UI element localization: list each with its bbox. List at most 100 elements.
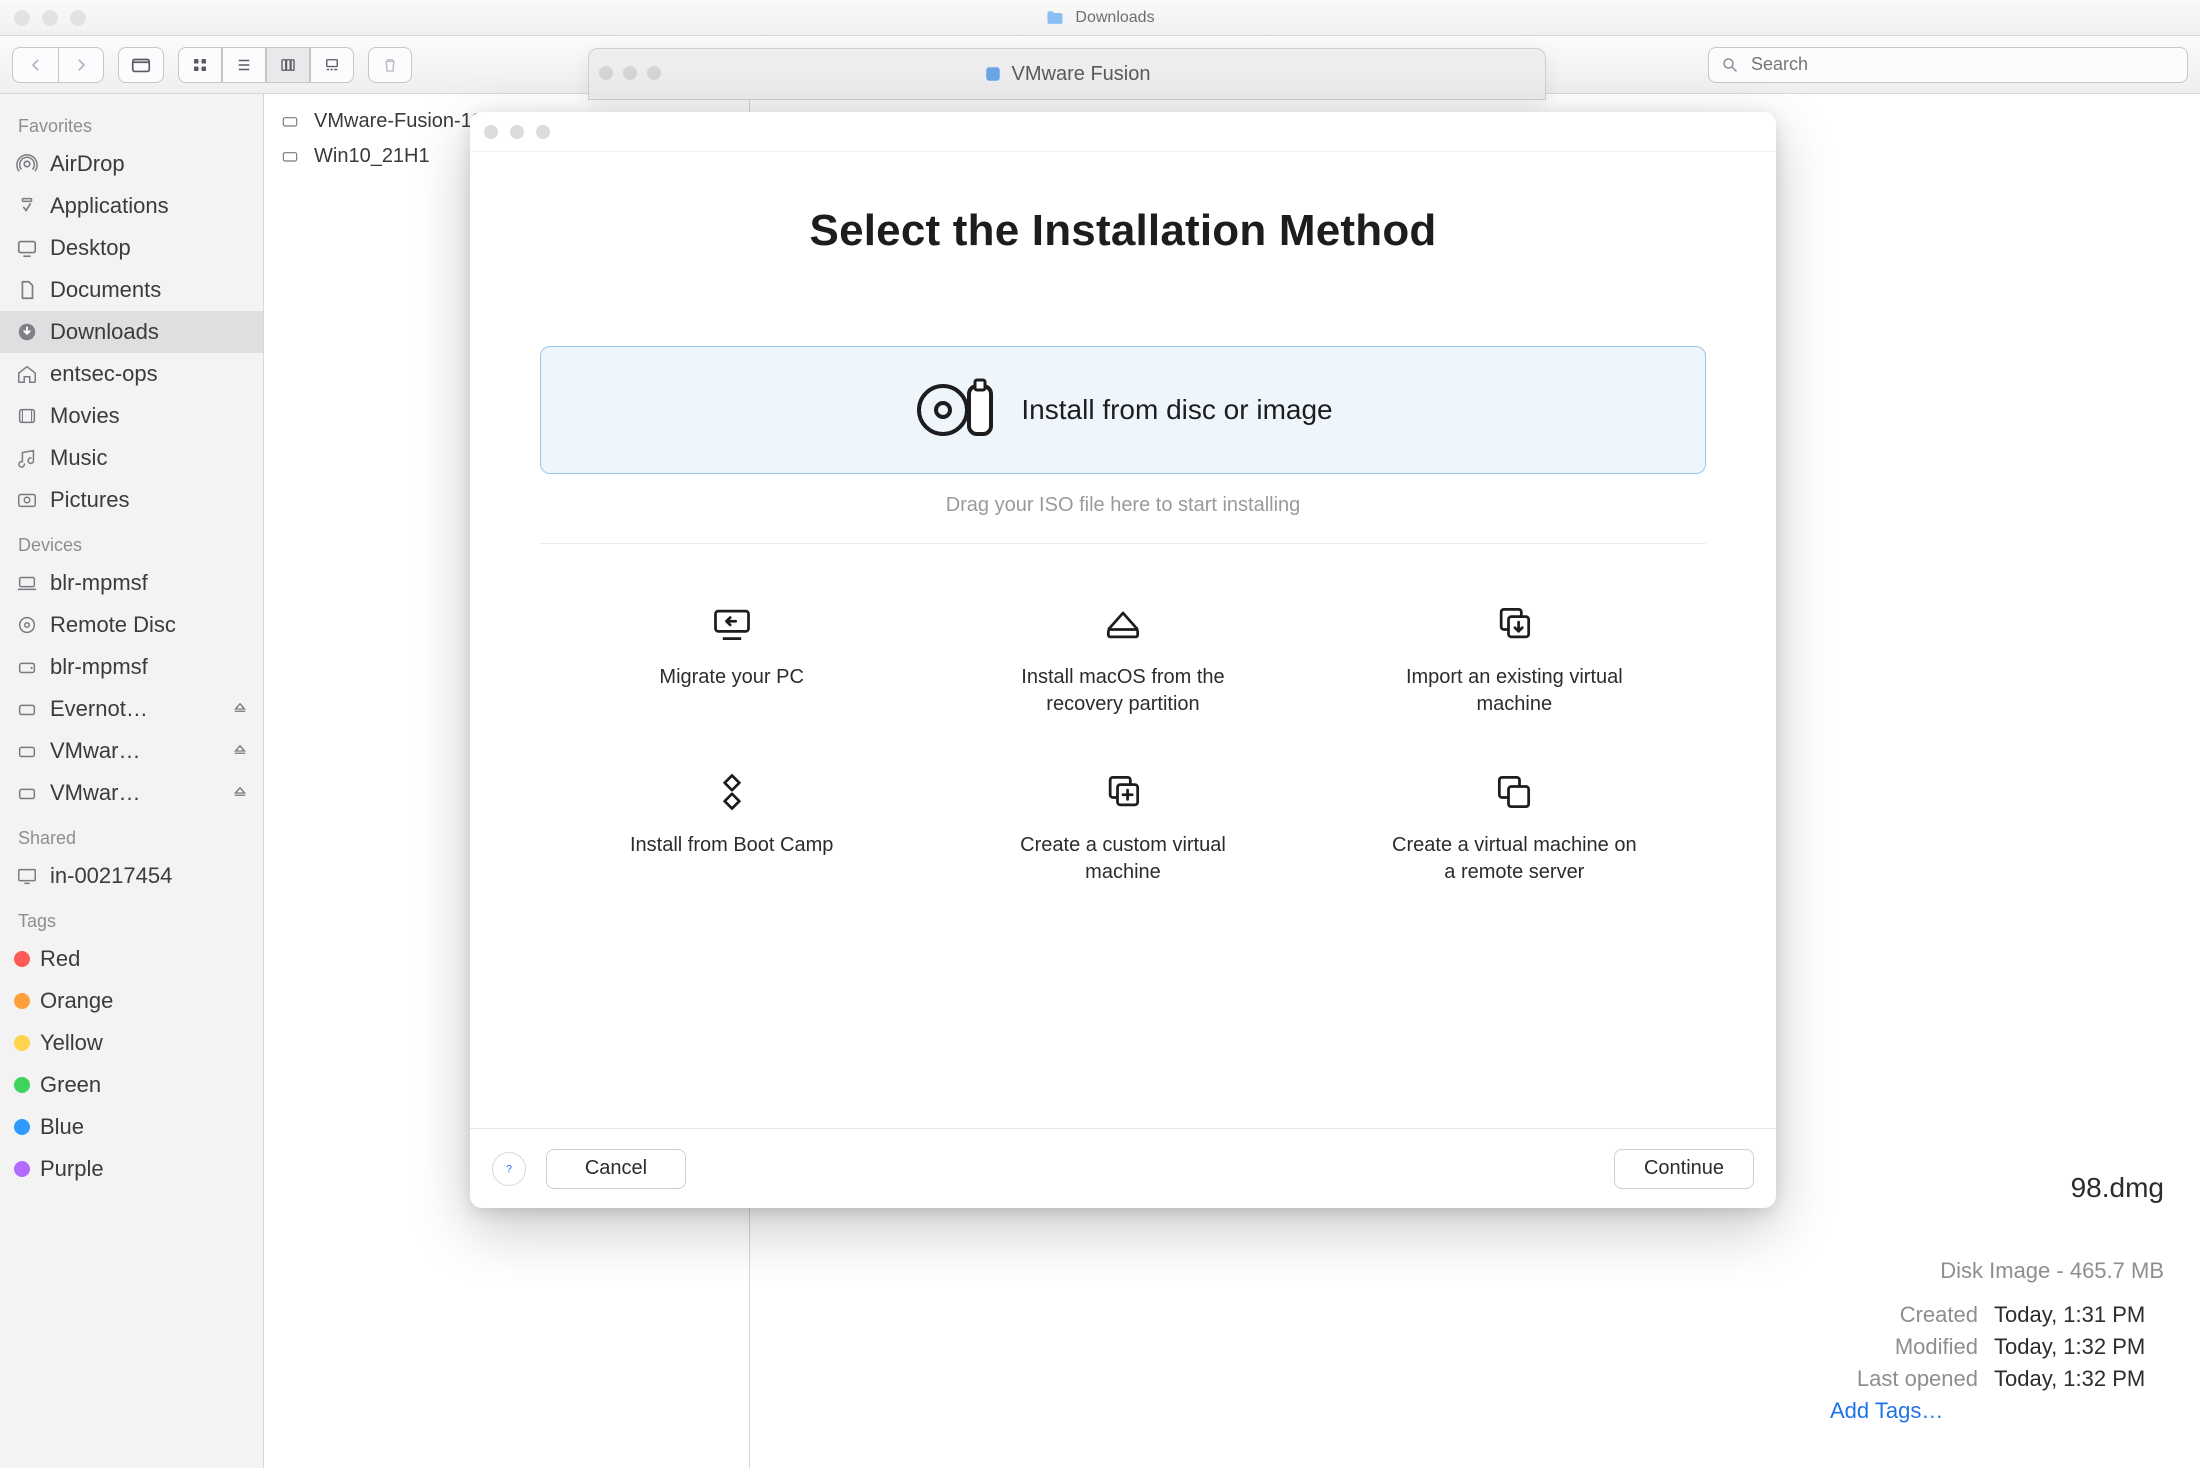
icon-view[interactable] [178,47,222,83]
button-label: Cancel [585,1157,647,1180]
back-button[interactable] [12,47,58,83]
sidebar-item-label: Documents [50,277,161,303]
sidebar-item-applications[interactable]: Applications [0,185,263,227]
sidebar-item-label: blr-mpmsf [50,570,148,596]
vmware-fusion-window-titlebar[interactable]: VMware Fusion [588,48,1546,100]
sidebar-item-device[interactable]: blr-mpmsf [0,562,263,604]
sidebar-item-tag-yellow[interactable]: Yellow [0,1022,263,1064]
eject-icon[interactable] [231,742,249,760]
tag-dot-icon [14,1119,30,1135]
sidebar-section-header: Favorites [0,102,263,143]
folder-icon [1045,8,1065,28]
sidebar-item-tag-red[interactable]: Red [0,938,263,980]
zoom-icon[interactable] [70,10,86,26]
eject-icon[interactable] [231,700,249,718]
tag-dot-icon [14,1035,30,1051]
finder-traffic-lights[interactable] [14,10,86,26]
sidebar-item-label: blr-mpmsf [50,654,148,680]
help-icon: ? [501,1161,517,1177]
drive-icon [14,738,40,764]
continue-button[interactable]: Continue [1614,1149,1754,1189]
folder-outline-icon [130,54,152,76]
sidebar-item-pictures[interactable]: Pictures [0,479,263,521]
sidebar-item-documents[interactable]: Documents [0,269,263,311]
sidebar-item-tag-purple[interactable]: Purple [0,1148,263,1190]
sidebar-item-tag-orange[interactable]: Orange [0,980,263,1022]
method-caption: Migrate your PC [659,664,804,691]
sidebar-item-label: Movies [50,403,120,429]
eject-icon[interactable] [231,784,249,802]
music-icon [14,445,40,471]
sidebar-item-label: Orange [40,988,113,1014]
sidebar-item-mounted-image[interactable]: VMwar… [0,730,263,772]
close-icon[interactable] [14,10,30,26]
wizard-titlebar[interactable] [470,112,1776,152]
gallery-view[interactable] [310,47,354,83]
add-tags-link[interactable]: Add Tags… [1830,1398,2164,1424]
divider [540,543,1706,544]
install-from-disc-dropzone[interactable]: Install from disc or image [540,346,1706,474]
method-remote-vm[interactable]: Create a virtual machine on a remote ser… [1333,770,1696,886]
forward-button[interactable] [58,47,104,83]
method-bootcamp[interactable]: Install from Boot Camp [550,770,913,886]
minimize-icon[interactable] [42,10,58,26]
meta-value: Today, 1:31 PM [1994,1302,2164,1328]
search-field[interactable] [1708,47,2188,83]
sidebar-item-airdrop[interactable]: AirDrop [0,143,263,185]
help-button[interactable]: ? [492,1152,526,1186]
list-icon [235,56,253,74]
sidebar-item-shared[interactable]: in-00217454 [0,855,263,897]
finder-sidebar[interactable]: Favorites AirDrop Applications Desktop D… [0,94,264,1468]
finder-titlebar[interactable]: Downloads [0,0,2200,36]
cancel-button[interactable]: Cancel [546,1149,686,1189]
gallery-icon [323,56,341,74]
sidebar-item-tag-green[interactable]: Green [0,1064,263,1106]
delete-button[interactable] [368,47,412,83]
sidebar-item-mounted-image[interactable]: VMwar… [0,772,263,814]
zoom-icon[interactable] [647,66,661,80]
column-view[interactable] [266,47,310,83]
sidebar-item-tag-blue[interactable]: Blue [0,1106,263,1148]
minimize-icon[interactable] [623,66,637,80]
minimize-icon[interactable] [510,125,524,139]
sidebar-item-desktop[interactable]: Desktop [0,227,263,269]
sidebar-section-header: Devices [0,521,263,562]
view-switcher[interactable] [178,47,354,83]
vmware-traffic-lights[interactable] [599,66,661,80]
sidebar-item-home[interactable]: entsec-ops [0,353,263,395]
sidebar-section-header: Shared [0,814,263,855]
method-caption: Install from Boot Camp [630,832,833,859]
sidebar-item-label: VMwar… [50,780,140,806]
sidebar-item-label: Purple [40,1156,104,1182]
list-view[interactable] [222,47,266,83]
folder-nav-button[interactable] [118,47,164,83]
sidebar-section-header: Tags [0,897,263,938]
search-input[interactable] [1749,53,2175,76]
sidebar-item-downloads[interactable]: Downloads [0,311,263,353]
method-install-macos-recovery[interactable]: Install macOS from the recovery partitio… [941,602,1304,718]
sidebar-item-movies[interactable]: Movies [0,395,263,437]
dropzone-hint: Drag your ISO file here to start install… [540,494,1706,517]
preview-meta: Disk Image - 465.7 MB CreatedToday, 1:31… [1644,1258,2164,1424]
laptop-icon [14,570,40,596]
vmware-install-wizard: Select the Installation Method Install f… [470,112,1776,1208]
wizard-title: Select the Installation Method [540,206,1706,256]
method-migrate-pc[interactable]: Migrate your PC [550,602,913,718]
zoom-icon[interactable] [536,125,550,139]
disc-icon [14,612,40,638]
method-import-vm[interactable]: Import an existing virtual machine [1333,602,1696,718]
method-caption: Import an existing virtual machine [1384,664,1644,718]
sidebar-item-mounted-image[interactable]: Evernot… [0,688,263,730]
close-icon[interactable] [484,125,498,139]
preview-kind: Disk Image - 465.7 MB [1644,1258,2164,1284]
bootcamp-icon [710,770,754,814]
sidebar-item-remote-disc[interactable]: Remote Disc [0,604,263,646]
disc-and-usb-icon [913,378,999,442]
close-icon[interactable] [599,66,613,80]
sidebar-item-label: Pictures [50,487,129,513]
svg-text:?: ? [506,1163,512,1175]
method-custom-vm[interactable]: Create a custom virtual machine [941,770,1304,886]
movies-icon [14,403,40,429]
sidebar-item-drive[interactable]: blr-mpmsf [0,646,263,688]
sidebar-item-music[interactable]: Music [0,437,263,479]
